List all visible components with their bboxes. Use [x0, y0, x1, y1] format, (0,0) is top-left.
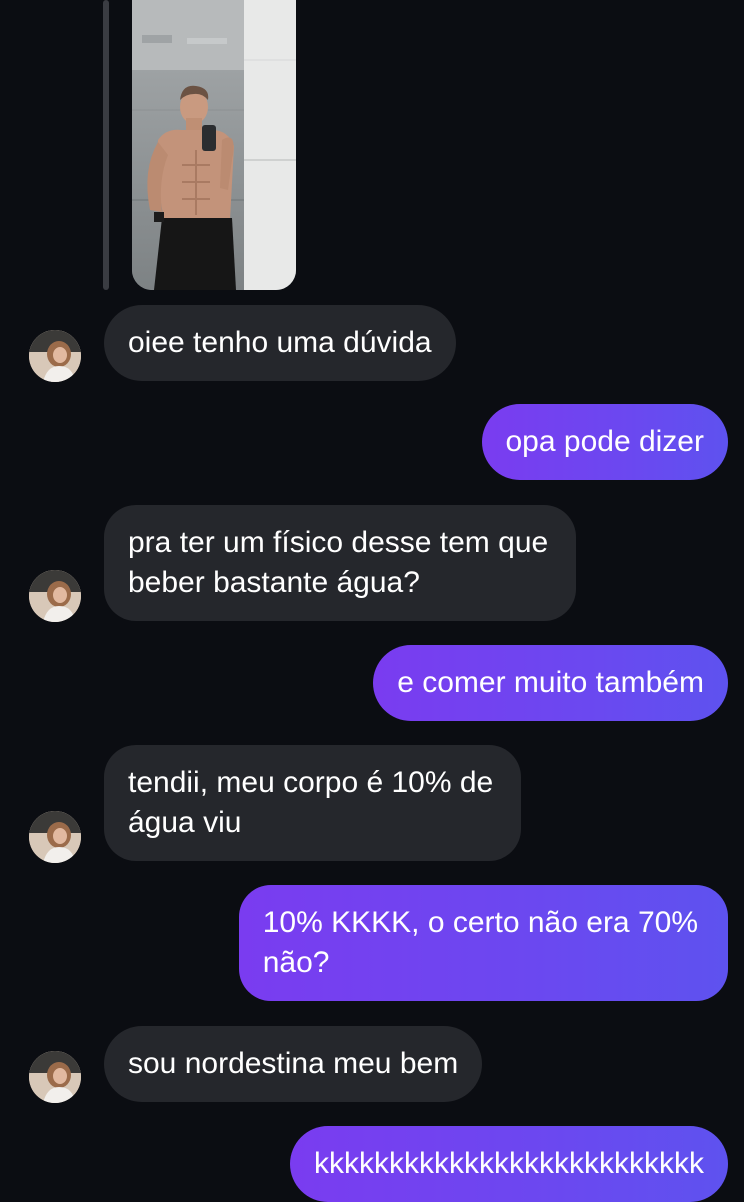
contact-avatar[interactable] [29, 1051, 81, 1103]
message-text: sou nordestina meu bem [128, 1047, 459, 1080]
message-text: oiee tenho uma dúvida [128, 326, 432, 359]
avatar-photo-icon [29, 811, 81, 863]
message-incoming[interactable]: tendii, meu corpo é 10% de água viu [104, 745, 522, 861]
message-outgoing[interactable]: opa pode dizer [481, 404, 728, 480]
shared-photo[interactable] [132, 0, 296, 290]
message-text-line: pra ter um físico desse tem que [128, 526, 549, 559]
message-incoming[interactable]: sou nordestina meu bem [104, 1026, 483, 1102]
contact-avatar[interactable] [29, 570, 81, 622]
message-text-line: beber bastante água? [128, 566, 420, 599]
contact-avatar[interactable] [29, 811, 81, 863]
message-outgoing[interactable]: e comer muito também [373, 645, 728, 721]
message-text-line: água viu [128, 806, 242, 839]
message-outgoing[interactable]: 10% KKKK, o certo não era 70% não? [238, 885, 728, 1001]
avatar-photo-icon [29, 1051, 81, 1103]
contact-avatar[interactable] [29, 330, 81, 382]
avatar-photo-icon [29, 570, 81, 622]
message-text: kkkkkkkkkkkkkkkkkkkkkkkkkk [314, 1147, 704, 1180]
message-text-line: tendii, meu corpo é 10% de [128, 766, 494, 799]
reply-quote-bar [103, 0, 109, 290]
message-text: e comer muito também [397, 666, 704, 699]
message-outgoing[interactable]: kkkkkkkkkkkkkkkkkkkkkkkkkk [290, 1126, 728, 1202]
message-text-line: 10% KKKK, o certo não era 70% [262, 906, 698, 939]
avatar-photo-icon [29, 330, 81, 382]
message-incoming[interactable]: oiee tenho uma dúvida [104, 305, 456, 381]
message-incoming[interactable]: pra ter um físico desse tem que beber ba… [104, 505, 577, 621]
mirror-selfie-image [132, 0, 296, 290]
message-text: opa pode dizer [505, 425, 705, 458]
message-text-line: não? [262, 946, 330, 979]
